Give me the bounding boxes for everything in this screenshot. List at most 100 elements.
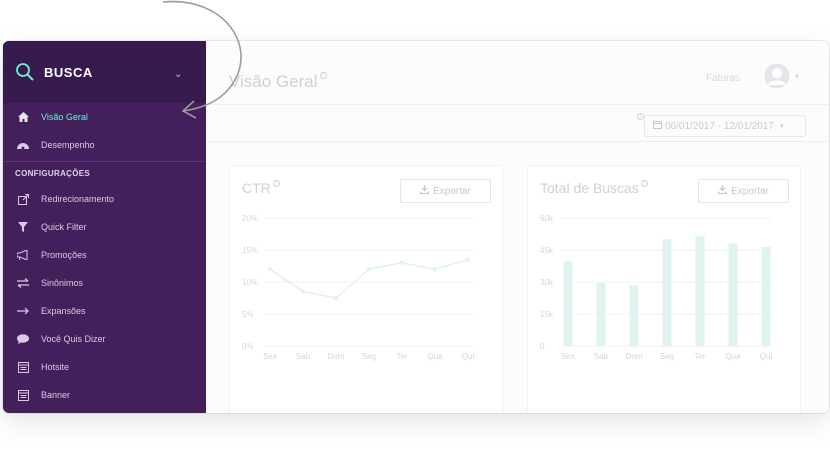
filter-icon: [16, 220, 30, 234]
y-tick-label: 0%: [242, 342, 254, 351]
info-icon[interactable]: i: [319, 72, 327, 79]
info-icon[interactable]: i: [272, 180, 280, 187]
window-icon: [16, 360, 30, 374]
x-tick-label: Seg: [660, 352, 674, 361]
bar: [761, 246, 771, 346]
section-label-configuracoes: CONFIGURAÇÕES: [3, 161, 206, 185]
card-title-text: Total de Buscas: [540, 180, 639, 196]
data-point: [399, 260, 405, 265]
card-title-text: CTR: [242, 180, 271, 196]
bar: [728, 243, 738, 346]
info-icon[interactable]: i: [640, 180, 648, 187]
page-title-text: Visão Geral: [229, 72, 318, 91]
data-point: [267, 267, 273, 272]
x-tick-label: Sab: [296, 352, 311, 361]
sidebar-item-quick-filter[interactable]: Quick Filter: [3, 213, 206, 241]
bar: [563, 260, 573, 346]
x-tick-label: Dom: [328, 352, 345, 361]
sidebar-item-label: Banner: [41, 390, 71, 400]
window-icon: [16, 388, 30, 402]
sidebar-item-label: Expansões: [41, 306, 86, 316]
calendar-icon: [653, 120, 662, 132]
sidebar-item-label: Redirecionamento: [41, 194, 115, 204]
export-label: Exportar: [433, 185, 471, 197]
bar: [629, 285, 639, 346]
ctr-card: CTR i Exportar 20% 15% 10% 5% 0% Sex Sab Dom Seg T…: [229, 165, 503, 413]
card-title: CTR i: [242, 180, 280, 196]
x-tick-label: Sab: [594, 352, 609, 361]
stage: BUSCA ⌄ Visão Geral Desempenho CONFIGURA…: [0, 0, 830, 453]
data-point: [333, 295, 339, 301]
sidebar-item-label: Visão Geral: [41, 112, 88, 122]
y-tick-label: 30k: [540, 278, 554, 287]
caret-down-icon: ▾: [779, 123, 784, 130]
x-tick-label: Ter: [396, 352, 407, 361]
sidebar-item-label: Desempenho: [41, 140, 95, 150]
app-window: BUSCA ⌄ Visão Geral Desempenho CONFIGURA…: [3, 41, 829, 413]
y-tick-label: 60k: [540, 214, 554, 223]
y-tick-label: 45k: [540, 246, 554, 255]
top-bar: Visão Geral i Faturas ▾: [206, 41, 829, 105]
y-tick-label: 10%: [242, 278, 258, 287]
x-tick-label: Sex: [561, 352, 575, 361]
sidebar-brand[interactable]: BUSCA ⌄: [3, 41, 206, 103]
sidebar-item-label: Quick Filter: [41, 222, 87, 232]
faturas-link[interactable]: Faturas: [706, 73, 740, 84]
x-tick-label: Seg: [362, 352, 376, 361]
avatar[interactable]: [764, 63, 790, 89]
total-buscas-card: Total de Buscas i Exportar 60k 45k 30k 15k 0 S…: [527, 165, 801, 413]
x-tick-label: Qua: [427, 352, 443, 361]
sidebar-item-desempenho[interactable]: Desempenho: [3, 131, 206, 159]
x-tick-label: Qui: [462, 352, 475, 361]
data-point: [465, 257, 471, 262]
x-tick-label: Dom: [626, 352, 643, 361]
sidebar-item-hotsite[interactable]: Hotsite: [3, 353, 206, 381]
bar: [596, 283, 606, 346]
sidebar-item-visao-geral[interactable]: Visão Geral: [3, 103, 206, 131]
series-line: [269, 258, 469, 299]
sidebar-item-promocoes[interactable]: Promoções: [3, 241, 206, 269]
date-range-picker[interactable]: 06/01/2017 - 12/01/2017 ▾: [644, 115, 806, 137]
exchange-icon: [16, 276, 30, 290]
download-icon: [717, 185, 728, 197]
chevron-down-icon[interactable]: ⌄: [174, 69, 182, 80]
y-tick-label: 20%: [242, 214, 258, 223]
card-title: Total de Buscas i: [540, 180, 648, 196]
data-point: [300, 289, 306, 294]
ctr-line-chart: 20% 15% 10% 5% 0% Sex Sab Dom Seg Ter Qua Qui: [242, 214, 475, 361]
sidebar-item-label: Promoções: [41, 250, 87, 260]
info-icon[interactable]: i: [637, 113, 644, 120]
sidebar-item-label: Você Quis Dizer: [41, 334, 106, 344]
sidebar-item-voce-quis-dizer[interactable]: Você Quis Dizer: [3, 325, 206, 353]
main-content: Visão Geral i Faturas ▾ i 06/01/2017 - 12…: [206, 41, 829, 413]
y-tick-label: 15k: [540, 310, 554, 319]
arrow-right-icon: [16, 304, 30, 318]
sidebar-item-sinonimos[interactable]: Sinônimos: [3, 269, 206, 297]
comment-icon: [16, 332, 30, 346]
data-point: [432, 267, 438, 272]
page-title: Visão Geral i: [229, 72, 327, 92]
sidebar-item-banner[interactable]: Banner: [3, 381, 206, 409]
export-button[interactable]: Exportar: [400, 179, 491, 203]
bullhorn-icon: [16, 248, 30, 262]
external-link-icon: [16, 192, 30, 206]
y-tick-label: 0: [540, 342, 545, 351]
bar: [695, 236, 705, 346]
sidebar-item-label: Hotsite: [41, 362, 70, 372]
sidebar-item-redirecionamento[interactable]: Redirecionamento: [3, 185, 206, 213]
bar: [662, 239, 672, 346]
x-tick-label: Qua: [725, 352, 741, 361]
search-icon: [16, 63, 34, 81]
brand-title: BUSCA: [44, 64, 93, 80]
sidebar-item-expansoes[interactable]: Expansões: [3, 297, 206, 325]
export-label: Exportar: [731, 185, 769, 197]
y-tick-label: 15%: [242, 246, 258, 255]
export-button[interactable]: Exportar: [698, 179, 789, 203]
x-tick-label: Ter: [694, 352, 705, 361]
dashboard-icon: [16, 138, 30, 152]
data-point: [366, 267, 372, 272]
home-icon: [16, 110, 30, 124]
chevron-down-icon[interactable]: ▾: [795, 72, 799, 81]
sidebar-item-label: Sinônimos: [41, 278, 84, 288]
x-tick-label: Sex: [263, 352, 277, 361]
